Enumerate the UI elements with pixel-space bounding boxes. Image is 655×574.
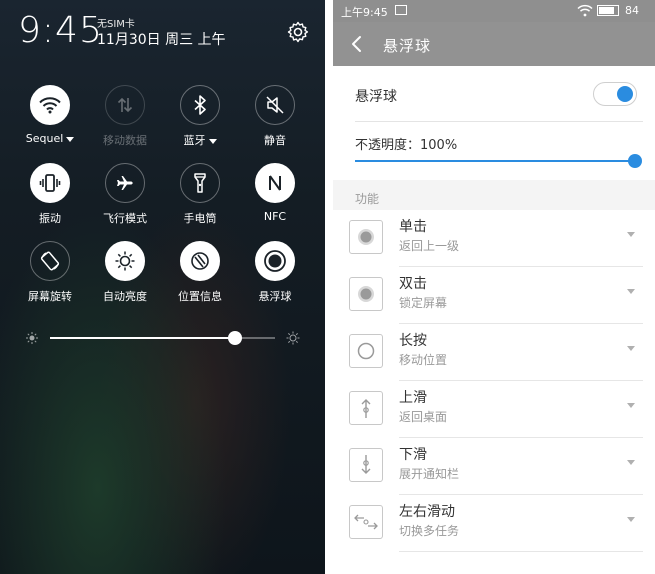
toggle-nfc[interactable]: NFC bbox=[237, 163, 313, 233]
gesture-action: 展开通知栏 bbox=[399, 467, 460, 481]
floating-ball-switch[interactable] bbox=[593, 82, 637, 106]
chevron-down-icon[interactable] bbox=[627, 403, 635, 408]
nfc-icon bbox=[255, 163, 295, 203]
chevron-down-icon[interactable] bbox=[627, 289, 635, 294]
chevron-down-icon bbox=[208, 138, 217, 144]
toggle-mobile-data[interactable]: 移动数据 bbox=[87, 85, 163, 155]
page-title: 悬浮球 bbox=[383, 37, 432, 55]
battery-icon bbox=[597, 5, 619, 16]
gesture-action: 移动位置 bbox=[399, 353, 448, 367]
toggle-label: NFC bbox=[263, 210, 287, 223]
toggle-label: 静音 bbox=[264, 134, 286, 147]
mute-icon bbox=[255, 85, 295, 125]
gesture-title: 下滑 bbox=[399, 447, 427, 463]
title-bar: 悬浮球 bbox=[333, 22, 655, 66]
toggle-label: Sequel bbox=[25, 132, 64, 145]
opacity-handle[interactable] bbox=[628, 154, 642, 168]
toggle-airplane[interactable]: 飞行模式 bbox=[87, 163, 163, 233]
toggle-mute[interactable]: 静音 bbox=[237, 85, 313, 155]
gesture-action: 切换多任务 bbox=[399, 524, 460, 538]
divider bbox=[399, 551, 643, 552]
wifi-signal-icon bbox=[577, 4, 593, 17]
rotate-icon bbox=[30, 241, 70, 281]
brightness-high-icon bbox=[286, 331, 300, 345]
swipe-up-icon bbox=[349, 391, 383, 425]
airplane-icon bbox=[105, 163, 145, 203]
toggle-auto-brightness[interactable]: 自动亮度 bbox=[87, 241, 163, 311]
gesture-double-tap[interactable]: 双击 锁定屏幕 bbox=[333, 267, 655, 324]
toggle-floating-ball[interactable]: 悬浮球 bbox=[237, 241, 313, 311]
opacity-label: 不透明度：100% bbox=[355, 138, 458, 153]
swipe-down-icon bbox=[349, 448, 383, 482]
battery-level: 84 bbox=[625, 4, 639, 17]
flashlight-icon bbox=[180, 163, 220, 203]
toggle-flashlight[interactable]: 手电筒 bbox=[162, 163, 238, 233]
brightness-fill bbox=[50, 337, 235, 339]
opacity-fill bbox=[355, 160, 635, 162]
swipe-horizontal-icon bbox=[349, 505, 383, 539]
back-arrow-icon[interactable] bbox=[347, 34, 367, 54]
chevron-down-icon[interactable] bbox=[627, 460, 635, 465]
auto-brightness-icon bbox=[105, 241, 145, 281]
gesture-swipe-up[interactable]: 上滑 返回桌面 bbox=[333, 381, 655, 438]
chevron-down-icon[interactable] bbox=[627, 517, 635, 522]
toggle-label: 屏幕旋转 bbox=[28, 290, 72, 303]
gear-icon[interactable] bbox=[286, 20, 310, 44]
ring-icon bbox=[349, 334, 383, 368]
mobile-data-icon bbox=[105, 85, 145, 125]
gesture-title: 上滑 bbox=[399, 390, 427, 406]
toggle-wifi[interactable]: Sequel bbox=[12, 85, 88, 155]
gesture-single-tap[interactable]: 单击 返回上一级 bbox=[333, 210, 655, 267]
divider bbox=[355, 121, 643, 122]
gesture-long-press[interactable]: 长按 移动位置 bbox=[333, 324, 655, 381]
clock: 9:45 bbox=[18, 10, 103, 51]
status-time: 上午9:45 bbox=[341, 6, 388, 19]
chevron-down-icon[interactable] bbox=[627, 346, 635, 351]
toggle-label: 蓝牙 bbox=[183, 134, 206, 147]
wifi-icon bbox=[30, 85, 70, 125]
vibrate-icon bbox=[30, 163, 70, 203]
switch-thumb bbox=[617, 86, 633, 102]
toggle-label: 移动数据 bbox=[103, 134, 147, 147]
gesture-action: 返回上一级 bbox=[399, 239, 460, 253]
toggle-label: 振动 bbox=[39, 212, 61, 225]
sim-status: 无SIM卡 bbox=[97, 19, 135, 30]
date-text: 11月30日 周三 上午 bbox=[97, 32, 226, 48]
gesture-swipe-down[interactable]: 下滑 展开通知栏 bbox=[333, 438, 655, 495]
gesture-action: 锁定屏幕 bbox=[399, 296, 448, 310]
notification-shade: 9:45 无SIM卡 11月30日 周三 上午 Sequel 移动数据 蓝牙 静… bbox=[0, 0, 325, 574]
gesture-action: 返回桌面 bbox=[399, 410, 448, 424]
gesture-title: 双击 bbox=[399, 276, 427, 292]
floating-ball-settings: 上午9:45 84 悬浮球 悬浮球 不透明度：100% 功能 单击 返回上一级 … bbox=[333, 0, 655, 574]
image-notification-icon bbox=[395, 5, 407, 15]
toggle-label: 位置信息 bbox=[178, 290, 222, 303]
location-icon bbox=[180, 241, 220, 281]
floating-ball-label: 悬浮球 bbox=[355, 89, 397, 105]
toggle-label: 手电筒 bbox=[183, 212, 217, 225]
brightness-low-icon bbox=[26, 332, 38, 344]
gesture-swipe-horizontal[interactable]: 左右滑动 切换多任务 bbox=[333, 495, 655, 552]
bluetooth-icon bbox=[180, 85, 220, 125]
toggle-label: 悬浮球 bbox=[258, 290, 292, 303]
status-bar: 上午9:45 84 bbox=[333, 0, 655, 22]
toggle-vibrate[interactable]: 振动 bbox=[12, 163, 88, 233]
gesture-title: 单击 bbox=[399, 219, 427, 235]
chevron-down-icon[interactable] bbox=[627, 232, 635, 237]
opacity-slider[interactable] bbox=[355, 160, 635, 162]
dot-icon bbox=[349, 277, 383, 311]
section-header: 功能 bbox=[355, 192, 380, 206]
battery-fill bbox=[599, 7, 615, 14]
toggle-label: 飞行模式 bbox=[103, 212, 147, 225]
brightness-slider[interactable] bbox=[50, 331, 275, 345]
toggle-bluetooth[interactable]: 蓝牙 bbox=[162, 85, 238, 155]
toggle-rotate[interactable]: 屏幕旋转 bbox=[12, 241, 88, 311]
floating-ball-icon bbox=[255, 241, 295, 281]
toggle-label: 自动亮度 bbox=[103, 290, 147, 303]
toggle-location[interactable]: 位置信息 bbox=[162, 241, 238, 311]
chevron-down-icon bbox=[66, 136, 75, 142]
gesture-title: 长按 bbox=[399, 333, 427, 349]
gesture-title: 左右滑动 bbox=[399, 504, 455, 520]
brightness-handle[interactable] bbox=[227, 331, 242, 345]
dot-icon bbox=[349, 220, 383, 254]
